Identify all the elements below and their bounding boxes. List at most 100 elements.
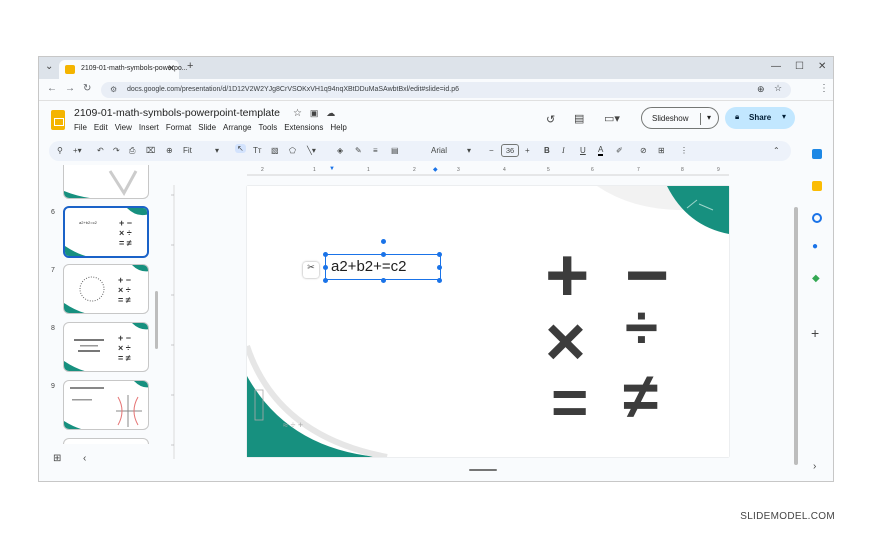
bookmark-star-icon[interactable]: ☆: [774, 83, 782, 94]
underline-icon[interactable]: U: [580, 146, 586, 155]
rotate-handle[interactable]: [381, 239, 386, 244]
add-addon-icon[interactable]: +: [811, 325, 819, 341]
resize-handle-sw[interactable]: [323, 278, 328, 283]
slide-thumbnail-7[interactable]: + − × ÷ = ≠: [63, 264, 149, 314]
browser-menu-icon[interactable]: ⋮: [819, 83, 829, 94]
select-cursor-icon[interactable]: ↖: [235, 144, 246, 153]
meet-icon[interactable]: ▭▾: [604, 112, 620, 125]
comment-add-icon[interactable]: ⊞: [658, 146, 665, 155]
image-icon[interactable]: ▧: [271, 146, 279, 155]
resize-handle-se[interactable]: [437, 278, 442, 283]
collapse-filmstrip-icon[interactable]: ‹: [83, 453, 86, 464]
comments-icon[interactable]: ▤: [574, 112, 584, 125]
address-bar[interactable]: ⚙ docs.google.com/presentation/d/1D12V2W…: [101, 82, 791, 98]
resize-handle-nw[interactable]: [323, 252, 328, 257]
share-chevron-icon[interactable]: ▾: [782, 112, 786, 121]
slides-logo-icon[interactable]: [51, 110, 65, 130]
text-color-icon[interactable]: A: [598, 146, 604, 156]
redo-icon[interactable]: ↷: [113, 146, 120, 155]
bold-icon[interactable]: B: [544, 146, 550, 155]
tasks-icon[interactable]: [812, 213, 822, 223]
resize-handle-ne[interactable]: [437, 252, 442, 257]
menu-extensions[interactable]: Extensions: [284, 123, 323, 132]
border-dash-icon[interactable]: ▤: [391, 146, 399, 155]
slide-thumbnail-10[interactable]: [63, 438, 149, 444]
move-folder-icon[interactable]: ▣: [310, 108, 319, 118]
reload-icon[interactable]: ↻: [83, 83, 91, 94]
shape-icon[interactable]: ⬠: [289, 146, 296, 155]
italic-icon[interactable]: I: [562, 146, 565, 155]
menu-view[interactable]: View: [115, 123, 132, 132]
slide-thumbnail-6[interactable]: a2+b2=c2 + − × ÷ = ≠: [63, 206, 149, 258]
calendar-icon[interactable]: [812, 149, 822, 159]
link-icon[interactable]: ⊘: [640, 146, 647, 155]
more-icon[interactable]: ⋮: [680, 146, 688, 155]
text-box-icon[interactable]: Tт: [253, 146, 262, 155]
new-slide-icon[interactable]: +▾: [73, 146, 82, 155]
menu-arrange[interactable]: Arrange: [223, 123, 251, 132]
chevron-down-icon[interactable]: ▾: [700, 113, 711, 125]
zoom-select[interactable]: Fit: [183, 146, 192, 155]
decrease-font-icon[interactable]: −: [489, 146, 494, 155]
not-equal-symbol[interactable]: ≠: [623, 364, 658, 428]
back-icon[interactable]: ←: [47, 83, 57, 94]
equals-symbol[interactable]: =: [551, 370, 588, 434]
browser-tab[interactable]: 2109-01-math-symbols-powerpo... ✕: [59, 60, 188, 79]
collapse-toolbar-icon[interactable]: ⌃: [773, 146, 780, 155]
menu-tools[interactable]: Tools: [259, 123, 278, 132]
slide-thumbnail-5[interactable]: [63, 165, 149, 199]
menu-file[interactable]: File: [74, 123, 87, 132]
resize-handle-s[interactable]: [381, 278, 386, 283]
left-indent-marker[interactable]: ▼: [329, 166, 335, 172]
print-icon[interactable]: ⎙: [129, 146, 135, 156]
font-chevron-icon[interactable]: ▾: [467, 146, 471, 155]
equation-text[interactable]: a2+b2+=c2: [331, 258, 407, 275]
menu-edit[interactable]: Edit: [94, 123, 108, 132]
font-select[interactable]: Arial: [431, 146, 447, 155]
paint-format-icon[interactable]: ⌧: [146, 146, 155, 155]
increase-font-icon[interactable]: +: [525, 146, 530, 155]
menu-format[interactable]: Format: [166, 123, 191, 132]
highlight-icon[interactable]: ✐: [616, 146, 623, 155]
search-menus-icon[interactable]: ⚲: [57, 146, 63, 155]
divide-symbol[interactable]: ÷: [625, 298, 658, 358]
menu-insert[interactable]: Insert: [139, 123, 159, 132]
resize-handle-w[interactable]: [323, 265, 328, 270]
border-color-icon[interactable]: ✎: [355, 146, 362, 155]
expand-panel-icon[interactable]: ›: [813, 461, 816, 472]
filmstrip-scrollbar[interactable]: [155, 291, 158, 349]
new-tab-icon[interactable]: +: [187, 60, 193, 72]
maximize-icon[interactable]: ☐: [795, 61, 804, 72]
zoom-chevron-icon[interactable]: ▾: [215, 146, 219, 155]
close-icon[interactable]: ✕: [167, 63, 175, 74]
menu-help[interactable]: Help: [330, 123, 346, 132]
slide-thumbnail-9[interactable]: [63, 380, 149, 430]
crop-icon[interactable]: ✂: [303, 262, 319, 278]
version-history-icon[interactable]: ↺: [546, 113, 555, 126]
cloud-status-icon[interactable]: ☁: [326, 108, 335, 118]
tab-search-icon[interactable]: ⌄: [45, 61, 53, 72]
share-button[interactable]: 🔒︎ Share ▾: [725, 107, 795, 129]
menu-slide[interactable]: Slide: [198, 123, 216, 132]
undo-icon[interactable]: ↶: [97, 146, 104, 155]
minimize-icon[interactable]: —: [771, 61, 781, 72]
window-close-icon[interactable]: ✕: [818, 61, 826, 72]
canvas-scrollbar[interactable]: [794, 207, 798, 465]
right-indent-marker[interactable]: ◆: [433, 166, 438, 173]
selected-text-box[interactable]: a2+b2+=c2: [323, 239, 442, 283]
contacts-icon[interactable]: ●: [812, 241, 818, 252]
line-icon[interactable]: ╲▾: [307, 146, 316, 155]
star-icon[interactable]: ☆: [293, 108, 302, 119]
slide-thumbnail-8[interactable]: + − × ÷ = ≠: [63, 322, 149, 372]
fill-color-icon[interactable]: ◈: [337, 146, 343, 155]
zoom-icon[interactable]: ⊕: [757, 84, 765, 95]
doc-title[interactable]: 2109-01-math-symbols-powerpoint-template…: [74, 107, 335, 119]
forward-icon[interactable]: →: [65, 83, 75, 94]
resize-handle-n[interactable]: [381, 252, 386, 257]
border-weight-icon[interactable]: ≡: [373, 146, 378, 155]
keep-icon[interactable]: [812, 181, 822, 191]
resize-handle-e[interactable]: [437, 265, 442, 270]
grid-view-icon[interactable]: ⊞: [53, 453, 61, 464]
slideshow-button[interactable]: Slideshow ▾: [641, 107, 719, 129]
zoom-icon[interactable]: ⊕: [166, 146, 173, 155]
